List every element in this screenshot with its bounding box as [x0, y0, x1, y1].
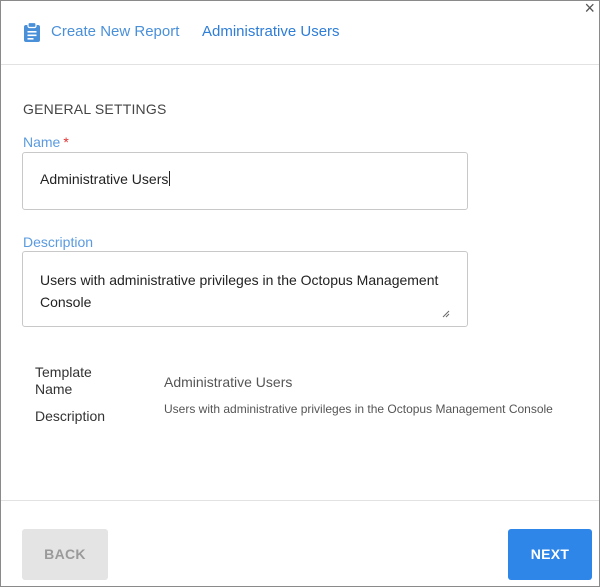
report-dialog: × Create New Report Administrative Users… [0, 0, 600, 587]
next-button[interactable]: NEXT [508, 529, 592, 580]
template-description-key: Description [35, 408, 106, 424]
dialog-header: Create New Report Administrative Users [1, 1, 599, 65]
name-input[interactable]: Administrative Users [22, 152, 468, 210]
required-marker: * [63, 134, 69, 150]
general-settings-title: GENERAL SETTINGS [23, 101, 167, 117]
clipboard-icon [23, 21, 41, 42]
back-button[interactable]: BACK [22, 529, 108, 580]
breadcrumb-administrative-users: Administrative Users [202, 23, 340, 40]
template-name-key: Template Name [35, 364, 92, 397]
footer-divider [1, 500, 599, 501]
text-caret [169, 171, 171, 186]
description-textarea[interactable]: Users with administrative privileges in … [22, 251, 468, 327]
resize-grip-icon[interactable] [442, 302, 450, 318]
description-label: Description [23, 234, 94, 250]
name-label-text: Name [23, 134, 61, 150]
name-input-value: Administrative Users [40, 171, 169, 187]
template-name-value: Administrative Users [164, 374, 293, 390]
breadcrumb-create-new-report[interactable]: Create New Report [51, 22, 179, 42]
name-label: Name * [23, 134, 69, 150]
template-description-value: Users with administrative privileges in … [164, 402, 553, 416]
description-textarea-value: Users with administrative privileges in … [40, 272, 439, 310]
